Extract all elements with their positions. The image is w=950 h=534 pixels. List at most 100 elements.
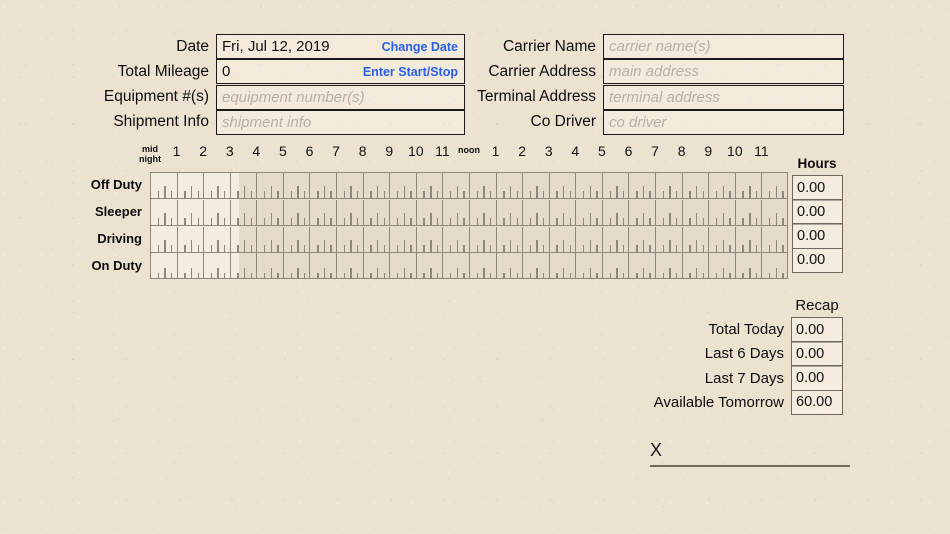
duty-cell[interactable] <box>497 173 524 199</box>
duty-cell[interactable] <box>178 173 205 199</box>
duty-cell[interactable] <box>417 226 444 252</box>
duty-cell[interactable] <box>390 173 417 199</box>
duty-cell[interactable] <box>257 226 284 252</box>
duty-cell[interactable] <box>656 199 683 225</box>
duty-cell[interactable] <box>284 199 311 225</box>
duty-cell[interactable] <box>497 253 524 278</box>
duty-cell[interactable] <box>337 253 364 278</box>
duty-cell[interactable] <box>151 199 178 225</box>
duty-cell[interactable] <box>709 199 736 225</box>
duty-cell[interactable] <box>204 199 231 225</box>
duty-cell[interactable] <box>364 199 391 225</box>
duty-cell[interactable] <box>178 199 205 225</box>
recap-value-last-7-days[interactable]: 0.00 <box>791 365 843 391</box>
duty-cell[interactable] <box>178 226 205 252</box>
duty-cell[interactable] <box>497 226 524 252</box>
duty-row-sleeper[interactable] <box>151 199 787 226</box>
duty-cell[interactable] <box>736 199 763 225</box>
field-action-change-date[interactable]: Change Date <box>382 40 458 54</box>
duty-cell[interactable] <box>151 173 178 199</box>
duty-cell[interactable] <box>603 173 630 199</box>
duty-cell[interactable] <box>736 253 763 278</box>
duty-cell[interactable] <box>443 173 470 199</box>
duty-cell[interactable] <box>231 226 258 252</box>
duty-cell[interactable] <box>443 226 470 252</box>
field-input-terminal-address[interactable]: terminal address <box>603 84 844 110</box>
duty-cell[interactable] <box>470 226 497 252</box>
duty-cell[interactable] <box>204 173 231 199</box>
duty-cell[interactable] <box>390 199 417 225</box>
duty-status-grid[interactable] <box>150 172 788 279</box>
duty-cell[interactable] <box>151 253 178 278</box>
duty-cell[interactable] <box>390 253 417 278</box>
duty-cell[interactable] <box>284 226 311 252</box>
duty-cell[interactable] <box>337 173 364 199</box>
duty-cell[interactable] <box>762 227 787 252</box>
duty-cell[interactable] <box>603 253 630 278</box>
field-input-carrier-name[interactable]: carrier name(s) <box>603 34 844 59</box>
signature-area[interactable]: X <box>650 440 850 468</box>
duty-row-driving[interactable] <box>151 226 787 253</box>
duty-cell[interactable] <box>762 200 787 225</box>
duty-cell[interactable] <box>523 199 550 225</box>
duty-cell[interactable] <box>311 253 338 278</box>
duty-cell[interactable] <box>204 253 231 278</box>
duty-cell[interactable] <box>257 253 284 278</box>
hours-value-sleeper[interactable]: 0.00 <box>792 199 843 225</box>
duty-cell[interactable] <box>630 199 657 225</box>
duty-cell[interactable] <box>470 253 497 278</box>
duty-row-on-duty[interactable] <box>151 253 787 278</box>
duty-cell[interactable] <box>443 253 470 278</box>
duty-cell[interactable] <box>231 173 258 199</box>
duty-cell[interactable] <box>523 253 550 278</box>
field-input-shipment-info[interactable]: shipment info <box>216 109 465 135</box>
duty-cell[interactable] <box>417 199 444 225</box>
field-action-enter-start-stop[interactable]: Enter Start/Stop <box>363 65 458 79</box>
duty-cell[interactable] <box>497 199 524 225</box>
duty-row-off-duty[interactable] <box>151 173 787 200</box>
duty-cell[interactable] <box>576 226 603 252</box>
duty-cell[interactable] <box>762 173 787 199</box>
duty-cell[interactable] <box>683 173 710 199</box>
recap-value-available-tomorrow[interactable]: 60.00 <box>791 389 843 416</box>
duty-cell[interactable] <box>311 226 338 252</box>
duty-cell[interactable] <box>736 173 763 199</box>
duty-cell[interactable] <box>364 226 391 252</box>
duty-cell[interactable] <box>364 173 391 199</box>
duty-cell[interactable] <box>550 253 577 278</box>
duty-cell[interactable] <box>311 199 338 225</box>
duty-cell[interactable] <box>709 173 736 199</box>
duty-cell[interactable] <box>443 199 470 225</box>
duty-cell[interactable] <box>656 173 683 199</box>
duty-cell[interactable] <box>311 173 338 199</box>
duty-cell[interactable] <box>417 173 444 199</box>
duty-cell[interactable] <box>683 226 710 252</box>
duty-cell[interactable] <box>523 226 550 252</box>
hours-value-on-duty[interactable]: 0.00 <box>792 247 843 274</box>
duty-cell[interactable] <box>337 226 364 252</box>
duty-cell[interactable] <box>576 253 603 278</box>
duty-cell[interactable] <box>683 253 710 278</box>
duty-cell[interactable] <box>231 253 258 278</box>
field-input-co-driver[interactable]: co driver <box>603 109 844 135</box>
field-input-date[interactable]: Fri, Jul 12, 2019 Change Date <box>216 34 465 59</box>
field-input-total-mileage[interactable]: 0 Enter Start/Stop <box>216 59 465 85</box>
duty-cell[interactable] <box>550 199 577 225</box>
recap-value-last-6-days[interactable]: 0.00 <box>791 341 843 367</box>
duty-cell[interactable] <box>523 173 550 199</box>
duty-cell[interactable] <box>257 199 284 225</box>
duty-cell[interactable] <box>337 199 364 225</box>
field-input-carrier-address[interactable]: main address <box>603 59 844 85</box>
duty-cell[interactable] <box>284 253 311 278</box>
duty-cell[interactable] <box>390 226 417 252</box>
duty-cell[interactable] <box>364 253 391 278</box>
duty-cell[interactable] <box>550 226 577 252</box>
duty-cell[interactable] <box>417 253 444 278</box>
field-input-equipment-s[interactable]: equipment number(s) <box>216 84 465 110</box>
duty-cell[interactable] <box>603 226 630 252</box>
recap-value-total-today[interactable]: 0.00 <box>791 317 843 343</box>
duty-cell[interactable] <box>257 173 284 199</box>
duty-cell[interactable] <box>470 199 497 225</box>
duty-cell[interactable] <box>178 253 205 278</box>
duty-cell[interactable] <box>284 173 311 199</box>
